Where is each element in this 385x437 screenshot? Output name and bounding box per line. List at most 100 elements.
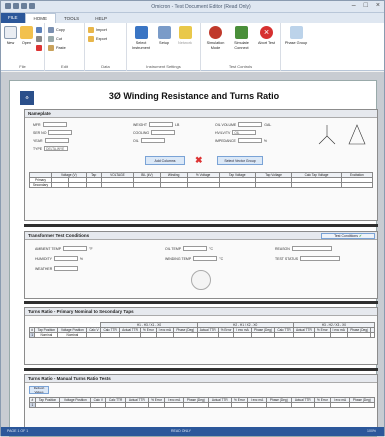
ribbon-tabs: FILE HOME TOOLS HELP	[1, 13, 384, 23]
mfr-field[interactable]: MFR	[33, 122, 67, 127]
vector-diagram	[318, 124, 366, 145]
save-small-button[interactable]	[36, 27, 42, 33]
abort-test-button[interactable]: × Abort Test	[256, 26, 277, 46]
print-icon	[36, 36, 42, 42]
group-instrument-settings: Select Instrument Setup Network Instrume…	[127, 23, 201, 71]
close-icon[interactable]: ×	[376, 2, 380, 9]
save-icon[interactable]	[5, 3, 11, 9]
folder-icon	[20, 26, 33, 39]
turns-ratio-primary-table: H1 - H3 / X1 - X0 H2 - H1 / X2 - X0 H3 -…	[28, 322, 376, 338]
nameplate-table: Voltage (V) Tap VOLTAGE BIL (kV) Winding…	[29, 172, 374, 188]
new-button[interactable]: New	[4, 26, 17, 46]
cooling-field[interactable]: COOLING	[133, 130, 176, 135]
year-field[interactable]: YEAR	[33, 138, 69, 143]
cut-button[interactable]: Cut	[48, 36, 66, 42]
turns-ratio-manual-header: Turns Ratio - Manual Turns Ratio Tests	[25, 375, 377, 383]
section-divider	[24, 368, 378, 371]
import-icon	[88, 27, 94, 33]
tab-file[interactable]: FILE	[1, 13, 25, 23]
status-page: PAGE 1 OF 1	[7, 429, 29, 433]
weight-field[interactable]: WEIGHT LB	[133, 122, 179, 127]
pdf-button[interactable]	[36, 45, 42, 51]
open-button[interactable]: Open	[20, 26, 33, 46]
serial-field[interactable]: SER NO	[33, 130, 73, 135]
export-icon	[88, 36, 94, 42]
refresh-values-button[interactable]: Refresh Values	[29, 386, 49, 394]
weather-field[interactable]: WEATHER	[35, 266, 79, 271]
phase-icon	[289, 26, 303, 39]
phase-group-button[interactable]: Phase Group	[284, 26, 308, 46]
report-page: ⚙ 3Ø Winding Resistance and Turns Ratio …	[9, 80, 378, 437]
status-mode: READ ONLY	[171, 429, 191, 433]
cut-icon	[48, 36, 54, 42]
abort-icon: ×	[259, 26, 273, 39]
simulation-mode-button[interactable]: Simulation Mode	[204, 26, 227, 50]
setup-button[interactable]: Setup	[155, 26, 173, 46]
oil-field[interactable]: OIL	[133, 138, 165, 143]
document-area[interactable]: ⚙ 3Ø Winding Resistance and Turns Ratio …	[1, 72, 384, 437]
thermometer-icon	[191, 270, 211, 290]
select-instrument-button[interactable]: Select Instrument	[130, 26, 152, 50]
export-button[interactable]: Export	[88, 36, 107, 42]
pdf-icon	[36, 45, 42, 51]
add-columns-button[interactable]: Add Columns	[145, 156, 185, 165]
magnet-icon	[208, 26, 222, 39]
redo-icon[interactable]	[21, 3, 27, 9]
title-bar: Omicron - Test Document Editor (Read Onl…	[1, 1, 384, 13]
page-title: 3Ø Winding Resistance and Turns Ratio	[108, 91, 280, 101]
undo-icon[interactable]	[13, 3, 19, 9]
copy-button[interactable]: Copy	[48, 27, 66, 33]
copy-icon	[48, 27, 54, 33]
status-zoom[interactable]: 100%	[367, 429, 376, 433]
type-field[interactable]: TYPE DELTA-WYE	[33, 146, 69, 151]
winding-temp-field[interactable]: WINDING TEMP °C	[165, 256, 223, 261]
print-button[interactable]	[36, 36, 42, 42]
group-phase: Phase Group	[281, 23, 311, 71]
impedance-field[interactable]: IMPEDANCE%	[215, 138, 267, 143]
checkmark-icon: ✔	[358, 234, 362, 238]
setup-icon	[157, 26, 171, 39]
import-button[interactable]: Import	[88, 27, 107, 33]
table-row[interactable]: 1	[29, 402, 376, 408]
connect-icon	[234, 26, 248, 39]
reason-field[interactable]: REASON	[275, 246, 332, 251]
ambient-temp-field[interactable]: AMBIENT TEMP °F	[35, 246, 93, 251]
oil-volume-field[interactable]: OIL VOLUME GAL	[215, 122, 271, 127]
kva-field[interactable]: HV/LV/TV OIL	[215, 130, 257, 135]
table-row[interactable]: 1 Nominal Nominal	[28, 332, 375, 338]
group-file: New Open File	[1, 23, 45, 71]
select-vector-group-button[interactable]: Select Vector Group	[217, 156, 263, 165]
delete-icon[interactable]: ✖	[195, 156, 204, 165]
maximize-icon[interactable]: □	[364, 2, 368, 9]
simulate-connect-button[interactable]: Simulate Connect	[230, 26, 253, 50]
oil-temp-field[interactable]: OIL TEMP °C	[165, 246, 213, 251]
status-bar: PAGE 1 OF 1 READ ONLY 100%	[1, 427, 384, 436]
section-divider	[24, 301, 378, 304]
instrument-icon	[134, 26, 148, 39]
tab-home[interactable]: HOME	[24, 13, 57, 23]
nameplate-header: Nameplate	[25, 110, 377, 118]
network-icon	[178, 26, 192, 39]
tab-tools[interactable]: TOOLS	[56, 16, 87, 21]
turns-ratio-primary-section: Turns Ratio - Primary Nominal to Seconda…	[24, 307, 378, 365]
turns-ratio-manual-section: Turns Ratio - Manual Turns Ratio Tests R…	[24, 374, 378, 434]
ribbon: New Open File Copy Cut Paste Edit Import…	[1, 23, 384, 71]
app-window: Omicron - Test Document Editor (Read Onl…	[0, 0, 385, 437]
tab-help[interactable]: HELP	[87, 16, 115, 21]
group-edit: Copy Cut Paste Edit	[45, 23, 85, 71]
test-status-field[interactable]: TEST STATUS	[275, 256, 341, 261]
humidity-field[interactable]: HUMIDITY%	[35, 256, 83, 261]
test-conditions-button[interactable]: Test Conditions ✔	[321, 233, 375, 239]
window-controls: – □ ×	[352, 2, 380, 9]
turns-ratio-manual-table: # Tap Position Voltage Position Calc V C…	[29, 397, 376, 408]
group-test-controls: Simulation Mode Simulate Connect × Abort…	[201, 23, 281, 71]
customize-icon[interactable]	[29, 3, 35, 9]
disk-icon	[36, 27, 42, 33]
paste-button[interactable]: Paste	[48, 45, 66, 51]
new-document-icon	[4, 26, 17, 39]
network-button[interactable]: Network	[176, 26, 194, 46]
section-divider	[24, 224, 378, 227]
quick-access-toolbar[interactable]	[5, 3, 35, 9]
table-row[interactable]: Secondary	[29, 182, 374, 188]
minimize-icon[interactable]: –	[352, 2, 356, 9]
